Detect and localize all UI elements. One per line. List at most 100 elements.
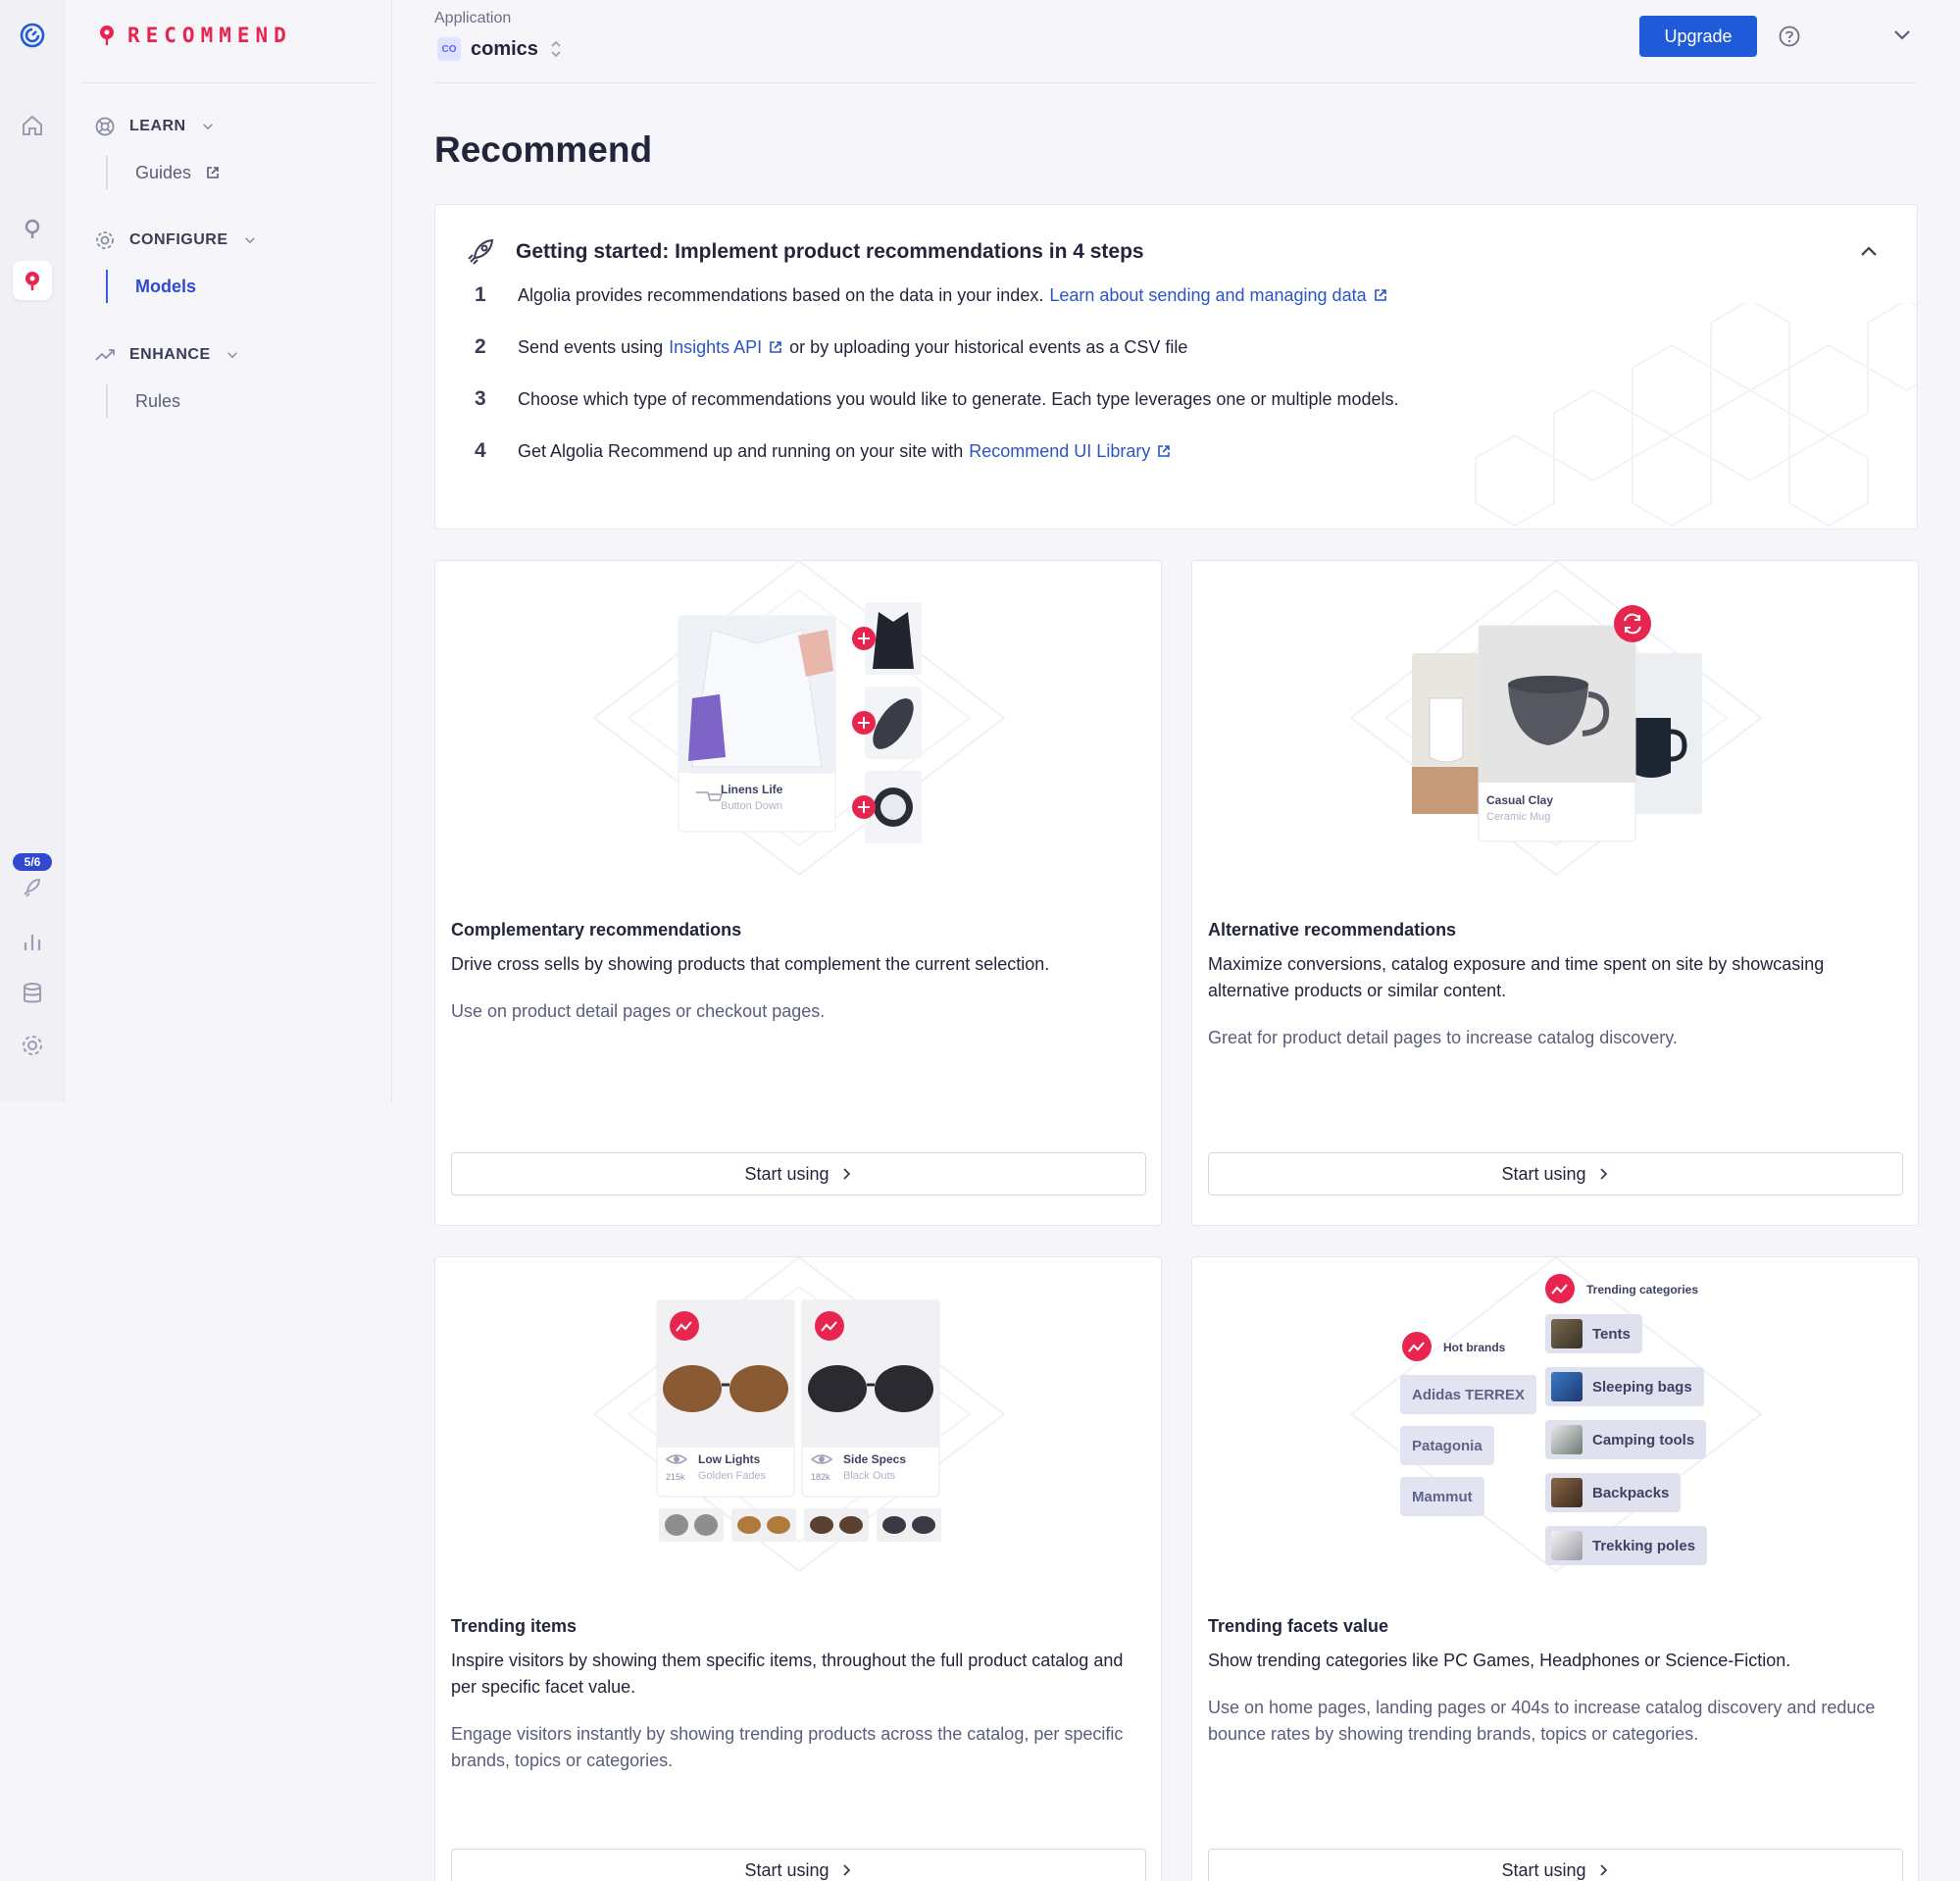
sidebar-item-models[interactable]: Models (106, 270, 196, 303)
card-trending-items: Low Lights Golden Fades 215k Side Specs … (434, 1256, 1162, 1881)
step-text: Get Algolia Recommend up and running on … (518, 440, 964, 461)
chevron-down-icon (226, 352, 237, 359)
card-hint: Use on home pages, landing pages or 404s… (1208, 1698, 1876, 1744)
card-description: Inspire visitors by showing them specifi… (451, 1651, 1124, 1697)
chevron-right-icon (1599, 1168, 1607, 1180)
chevron-updown-icon (551, 40, 561, 58)
step-text: Algolia provides recommendations based o… (518, 284, 1044, 305)
card-complementary: Linens Life Button Down Complementary re… (434, 560, 1162, 1226)
card-title: Trending facets value (1208, 1616, 1389, 1636)
chevron-down-icon (202, 124, 213, 130)
chevron-right-icon (1599, 1864, 1607, 1876)
category-label: Backpacks (1592, 1484, 1670, 1501)
algolia-logo-icon[interactable] (13, 16, 52, 55)
backpack-thumbnail-icon (1551, 1478, 1583, 1507)
settings-gear-icon[interactable] (13, 1026, 52, 1065)
application-name: comics (471, 37, 538, 60)
brand-tag: Adidas TERREX (1400, 1375, 1537, 1414)
application-chip: CO (437, 37, 461, 61)
chevron-down-icon (244, 237, 255, 244)
lifebuoy-icon (95, 117, 115, 136)
illustration-view-count: 215k (666, 1472, 685, 1482)
chevron-up-icon[interactable] (1857, 240, 1881, 264)
tent-thumbnail-icon (1551, 1319, 1583, 1348)
sidebar-item-rules[interactable]: Rules (106, 384, 180, 418)
category-tag: Sleeping bags (1545, 1367, 1704, 1406)
trending-items-illustration-icon (592, 1257, 1006, 1573)
account-chevron-down-icon[interactable] (1890, 24, 1914, 47)
step-text: Choose which type of recommendations you… (518, 388, 1399, 409)
search-product-icon[interactable] (13, 209, 52, 248)
start-using-button[interactable]: Start using (1208, 1849, 1903, 1881)
gear-icon (96, 231, 114, 249)
category-tag: Tents (1545, 1314, 1642, 1353)
insights-api-link[interactable]: Insights API (669, 337, 762, 358)
hexagon-pattern-icon (1475, 303, 1917, 527)
illustration-product-name: Casual Clay (1486, 793, 1554, 807)
chevron-right-icon (842, 1168, 850, 1180)
help-icon[interactable] (1777, 24, 1802, 49)
section-configure[interactable]: CONFIGURE (94, 229, 258, 251)
card-description: Show trending categories like PC Games, … (1208, 1651, 1791, 1670)
section-learn[interactable]: LEARN (94, 116, 216, 137)
recommend-product-icon[interactable] (13, 261, 52, 300)
upgrade-button[interactable]: Upgrade (1639, 16, 1757, 57)
illustration-product-name: Linens Life (721, 783, 783, 796)
trekking-poles-thumbnail-icon (1551, 1531, 1583, 1560)
page-title: Recommend (434, 129, 653, 170)
brand-tag: Mammut (1400, 1477, 1484, 1516)
card-description: Maximize conversions, catalog exposure a… (1208, 954, 1825, 1000)
analytics-icon[interactable] (13, 922, 52, 961)
external-link-icon (1374, 289, 1386, 301)
card-trending-facets: Hot brands Trending categories Adidas TE… (1191, 1256, 1919, 1881)
icon-rail: 5/6 (0, 0, 65, 1102)
illustration-product-sub: Black Outs (843, 1470, 896, 1482)
section-label: CONFIGURE (129, 231, 228, 248)
rocket-icon[interactable] (13, 867, 52, 906)
section-label: ENHANCE (129, 346, 211, 363)
database-icon[interactable] (13, 974, 52, 1013)
external-link-icon (207, 167, 219, 178)
category-tag: Trekking poles (1545, 1526, 1708, 1565)
learn-data-link[interactable]: Learn about sending and managing data (1049, 285, 1366, 306)
section-enhance[interactable]: ENHANCE (94, 344, 240, 366)
divider (82, 82, 376, 83)
card-description: Drive cross sells by showing products th… (451, 954, 1050, 974)
card-hint: Engage visitors instantly by showing tre… (451, 1724, 1124, 1770)
trending-up-icon (95, 349, 115, 361)
sidebar-item-label: Rules (135, 390, 181, 411)
button-label: Start using (744, 1859, 829, 1880)
illustration-product-sub: Button Down (721, 800, 782, 812)
step-2: 2 Send events using Insights API or by u… (475, 335, 1187, 359)
sidebar-item-guides[interactable]: Guides (106, 156, 221, 189)
application-label: Application (434, 10, 512, 26)
sleeping-bag-thumbnail-icon (1551, 1372, 1583, 1401)
category-tag: Camping tools (1545, 1420, 1707, 1459)
button-label: Start using (1501, 1859, 1586, 1880)
sidebar: RECOMMEND LEARN Guides CONFIGURE Models … (65, 0, 392, 1102)
camping-tools-thumbnail-icon (1551, 1425, 1583, 1454)
sidebar-item-label: Models (135, 276, 197, 296)
step-text: Send events using (518, 336, 664, 357)
recommend-ui-library-link[interactable]: Recommend UI Library (969, 441, 1150, 462)
getting-started-panel: Getting started: Implement product recom… (434, 204, 1918, 530)
step-number: 4 (475, 439, 486, 462)
step-text-after: or by uploading your historical events a… (789, 336, 1188, 357)
illustration-product-sub: Ceramic Mug (1486, 811, 1551, 823)
category-label: Trekking poles (1592, 1537, 1696, 1554)
start-using-button[interactable]: Start using (451, 1152, 1146, 1195)
card-hint: Great for product detail pages to increa… (1208, 1028, 1678, 1047)
card-alternative: Casual Clay Ceramic Mug Alternative reco… (1191, 560, 1919, 1226)
complementary-illustration-icon (592, 561, 1006, 877)
application-selector[interactable]: CO comics (437, 37, 564, 61)
category-label: Camping tools (1592, 1431, 1695, 1449)
illustration-product-name: Low Lights (698, 1452, 761, 1466)
brand-tag: Patagonia (1400, 1426, 1494, 1465)
home-icon[interactable] (13, 106, 52, 145)
start-using-button[interactable]: Start using (451, 1849, 1146, 1881)
button-label: Start using (744, 1163, 829, 1184)
external-link-icon (1158, 445, 1171, 457)
start-using-button[interactable]: Start using (1208, 1152, 1903, 1195)
header-divider (434, 82, 1916, 83)
hot-brands-label: Hot brands (1443, 1341, 1506, 1354)
